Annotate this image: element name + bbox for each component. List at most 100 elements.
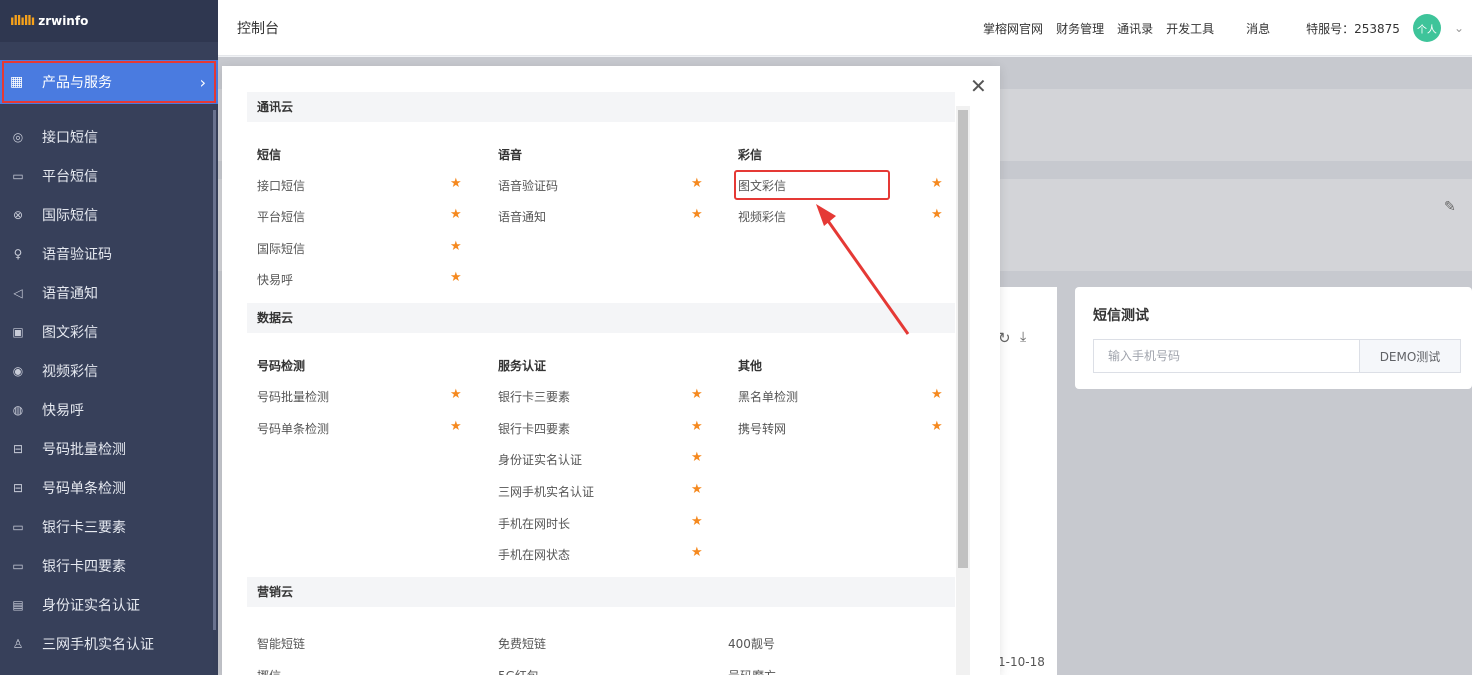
card-icon: ▭ (12, 558, 24, 573)
chevron-right-icon: › (199, 72, 206, 92)
popup-item[interactable]: 视频彩信 (738, 208, 786, 225)
star-icon[interactable]: ★ (450, 419, 462, 434)
phone-input[interactable]: 输入手机号码 (1093, 339, 1359, 373)
popup-item[interactable]: 5G红包 (498, 667, 539, 675)
sidebar-item-voice-notice[interactable]: ◁ 语音通知 (0, 273, 218, 312)
popup-item[interactable]: 智能短链 (257, 635, 305, 652)
sidebar-item-id-auth[interactable]: ▤ 身份证实名认证 (0, 585, 218, 624)
popup-item[interactable]: 号码批量检测 (257, 388, 329, 405)
sidebar-item-bank3[interactable]: ▭ 银行卡三要素 (0, 507, 218, 546)
sidebar-item-intl-sms[interactable]: ⊗ 国际短信 (0, 195, 218, 234)
products-popup: ✕ 通讯云 短信 语音 彩信 接口短信 ★ 平台短信 ★ 国际短信 ★ 快易呼 … (222, 66, 1000, 675)
finance-link[interactable]: 财务管理 (1056, 20, 1104, 37)
sidebar-item-label: 号码批量检测 (42, 441, 126, 458)
popup-item[interactable]: 免费短链 (498, 635, 546, 652)
scan-single-icon: ⊟ (12, 480, 24, 495)
popup-item[interactable]: 身份证实名认证 (498, 451, 582, 468)
section-marketing: 营销云 (247, 577, 955, 607)
sidebar-item-label: 语音通知 (42, 285, 98, 302)
sms-test-title: 短信测试 (1093, 308, 1149, 324)
popup-item[interactable]: 语音通知 (498, 208, 546, 225)
popup-item[interactable]: 携号转网 (738, 420, 786, 437)
popup-item[interactable]: 国际短信 (257, 240, 305, 257)
star-icon[interactable]: ★ (931, 207, 943, 222)
star-icon[interactable]: ★ (931, 176, 943, 191)
star-icon[interactable]: ★ (931, 419, 943, 434)
grid-icon: ▦ (10, 74, 24, 90)
sidebar-item-video-mms[interactable]: ◉ 视频彩信 (0, 351, 218, 390)
star-icon[interactable]: ★ (691, 207, 703, 222)
popup-item[interactable]: 接口短信 (257, 177, 305, 194)
logo-mark-icon: ıllıllı (10, 13, 35, 29)
sidebar-item-label: 平台短信 (42, 168, 98, 185)
sidebar-item-phone-auth[interactable]: ♙ 三网手机实名认证 (0, 624, 218, 663)
avatar[interactable]: 个人 (1412, 14, 1441, 42)
popup-item[interactable]: 三网手机实名认证 (498, 483, 594, 500)
popup-item[interactable]: 手机在网状态 (498, 546, 570, 563)
sidebar-item-label: 号码单条检测 (42, 480, 126, 497)
play-circle-icon: ◉ (12, 363, 24, 378)
popup-item[interactable]: 黑名单检测 (738, 388, 798, 405)
sidebar-item-label: 图文彩信 (42, 324, 98, 341)
star-icon[interactable]: ★ (691, 482, 703, 497)
sidebar-item-voice-code[interactable]: ♀ 语音验证码 (0, 234, 218, 273)
sidebar-item-platform-sms[interactable]: ▭ 平台短信 (0, 156, 218, 195)
sidebar-item-quick-call[interactable]: ◍ 快易呼 (0, 390, 218, 429)
sidebar-item-label: 三网手机实名认证 (42, 636, 154, 653)
messages-link[interactable]: 消息 (1246, 20, 1270, 37)
star-icon[interactable]: ★ (450, 387, 462, 402)
popup-item[interactable]: 平台短信 (257, 208, 305, 225)
star-icon[interactable]: ★ (450, 239, 462, 254)
edit-icon[interactable]: ✎ (1444, 199, 1456, 215)
highlight-box (734, 170, 890, 200)
col-heading-other: 其他 (738, 359, 763, 373)
logo[interactable]: ıllıllı zrwinfo (0, 0, 218, 42)
popup-scrollbar[interactable] (956, 106, 970, 675)
chevron-down-icon[interactable]: ⌄ (1454, 21, 1464, 35)
sidebar-item-api-sms[interactable]: ◎ 接口短信 (0, 117, 218, 156)
contacts-link[interactable]: 通讯录 (1117, 20, 1153, 37)
popup-item[interactable]: 银行卡四要素 (498, 420, 570, 437)
demo-test-button[interactable]: DEMO测试 (1359, 339, 1461, 373)
sidebar-item-label: 接口短信 (42, 129, 98, 146)
popup-scrollbar-thumb[interactable] (958, 110, 968, 568)
account-number: 特服号：253875 (1306, 21, 1400, 36)
star-icon[interactable]: ★ (450, 207, 462, 222)
popup-item[interactable]: 挪信 (257, 667, 281, 675)
sidebar-item-label: 语音验证码 (42, 246, 112, 263)
download-icon[interactable]: ⤓ (1020, 329, 1026, 345)
topbar: 控制台 掌榕网官网 财务管理 通讯录 开发工具 消息 特服号：253875 个人… (218, 0, 1472, 56)
popup-item[interactable]: 号码魔方 (728, 667, 776, 675)
phone-circle-icon: ◍ (12, 402, 24, 417)
star-icon[interactable]: ★ (691, 545, 703, 560)
sidebar-item-bank4[interactable]: ▭ 银行卡四要素 (0, 546, 218, 585)
close-icon[interactable]: ✕ (970, 74, 987, 98)
popup-item[interactable]: 银行卡三要素 (498, 388, 570, 405)
popup-item[interactable]: 号码单条检测 (257, 420, 329, 437)
products-services-menu[interactable]: ▦ 产品与服务 › (0, 60, 218, 104)
star-icon[interactable]: ★ (691, 419, 703, 434)
sidebar-scrollbar[interactable] (213, 110, 216, 630)
bg-chart-panel: ↻ ⤓ 1-10-18 (990, 287, 1057, 675)
star-icon[interactable]: ★ (450, 176, 462, 191)
popup-item[interactable]: 手机在网时长 (498, 515, 570, 532)
sidebar-item-single-check[interactable]: ⊟ 号码单条检测 (0, 468, 218, 507)
sidebar-item-batch-check[interactable]: ⊟ 号码批量检测 (0, 429, 218, 468)
popup-item[interactable]: 语音验证码 (498, 177, 558, 194)
popup-item[interactable]: 快易呼 (257, 271, 293, 288)
star-icon[interactable]: ★ (691, 514, 703, 529)
sidebar-item-image-mms[interactable]: ▣ 图文彩信 (0, 312, 218, 351)
section-communication: 通讯云 (247, 92, 955, 122)
sidebar-item-label: 国际短信 (42, 207, 98, 224)
message-circle-icon: ◎ (12, 129, 24, 144)
popup-item[interactable]: 400靓号 (728, 635, 775, 652)
official-site-link[interactable]: 掌榕网官网 (983, 20, 1043, 37)
microphone-icon: ♀ (13, 246, 23, 261)
star-icon[interactable]: ★ (691, 387, 703, 402)
star-icon[interactable]: ★ (691, 450, 703, 465)
star-icon[interactable]: ★ (450, 270, 462, 285)
id-card-icon: ▤ (12, 597, 24, 612)
star-icon[interactable]: ★ (931, 387, 943, 402)
star-icon[interactable]: ★ (691, 176, 703, 191)
dev-tools-link[interactable]: 开发工具 (1166, 20, 1214, 37)
